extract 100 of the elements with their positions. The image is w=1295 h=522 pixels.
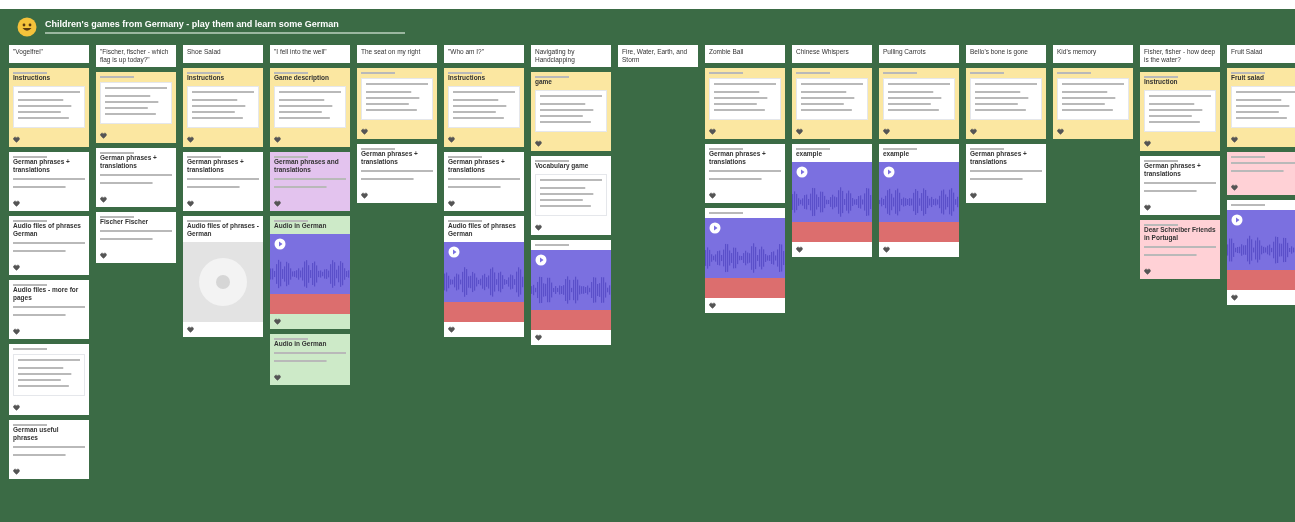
document-thumbnail[interactable] xyxy=(883,78,955,120)
document-thumbnail[interactable] xyxy=(274,86,346,128)
heart-icon[interactable] xyxy=(448,326,455,333)
document-thumbnail[interactable] xyxy=(535,90,607,132)
blurred-author-line xyxy=(100,76,134,78)
heart-icon[interactable] xyxy=(448,136,455,143)
document-thumbnail[interactable] xyxy=(361,78,433,120)
blurred-author-line xyxy=(13,72,47,74)
post-card[interactable] xyxy=(1227,200,1295,305)
blurred-author-line xyxy=(883,148,917,150)
blurred-author-line xyxy=(796,72,830,74)
heart-icon[interactable] xyxy=(709,302,716,309)
document-thumbnail[interactable] xyxy=(970,78,1042,120)
heart-icon[interactable] xyxy=(1144,140,1151,147)
play-icon[interactable] xyxy=(709,222,721,234)
blurred-author-line xyxy=(1144,160,1178,162)
play-icon[interactable] xyxy=(274,238,286,250)
document-thumbnail[interactable] xyxy=(709,78,781,120)
heart-icon[interactable] xyxy=(274,136,281,143)
blurred-author-line xyxy=(448,220,482,222)
heart-icon[interactable] xyxy=(100,252,107,259)
heart-icon[interactable] xyxy=(361,192,368,199)
heart-icon[interactable] xyxy=(13,404,20,411)
blurred-author-line xyxy=(535,76,569,78)
document-thumbnail[interactable] xyxy=(796,78,868,120)
heart-icon[interactable] xyxy=(1057,128,1064,135)
heart-icon[interactable] xyxy=(535,140,542,147)
blurred-author-line xyxy=(100,216,134,218)
play-icon[interactable] xyxy=(883,166,895,178)
blurred-author-line xyxy=(970,148,1004,150)
heart-icon[interactable] xyxy=(970,128,977,135)
heart-icon[interactable] xyxy=(13,468,20,475)
blurred-author-line xyxy=(1231,204,1265,206)
heart-icon[interactable] xyxy=(1144,268,1151,275)
document-thumbnail[interactable] xyxy=(100,82,172,124)
heart-icon[interactable] xyxy=(1231,184,1238,191)
document-thumbnail[interactable] xyxy=(1231,86,1295,128)
heart-icon[interactable] xyxy=(796,246,803,253)
blurred-author-line xyxy=(100,152,134,154)
document-thumbnail[interactable] xyxy=(1057,78,1129,120)
blurred-author-line xyxy=(535,244,569,246)
blurred-author-line xyxy=(970,72,1004,74)
blurred-author-line xyxy=(13,220,47,222)
heart-icon[interactable] xyxy=(796,128,803,135)
heart-icon[interactable] xyxy=(274,318,281,325)
heart-icon[interactable] xyxy=(1231,294,1238,301)
blurred-author-line xyxy=(361,148,395,150)
blurred-author-line xyxy=(187,156,221,158)
blurred-author-line xyxy=(187,220,221,222)
document-thumbnail[interactable] xyxy=(187,86,259,128)
heart-icon[interactable] xyxy=(100,132,107,139)
heart-icon[interactable] xyxy=(448,200,455,207)
post-card[interactable] xyxy=(705,208,785,313)
blurred-author-line xyxy=(274,72,308,74)
document-thumbnail[interactable] xyxy=(1144,90,1216,132)
blurred-author-line xyxy=(883,72,917,74)
blurred-author-line xyxy=(1057,72,1091,74)
document-thumbnail[interactable] xyxy=(448,86,520,128)
heart-icon[interactable] xyxy=(187,136,194,143)
blurred-author-line xyxy=(1231,156,1265,158)
blurred-author-line xyxy=(1231,72,1265,74)
heart-icon[interactable] xyxy=(274,200,281,207)
document-thumbnail[interactable] xyxy=(13,354,85,396)
blurred-author-line xyxy=(709,72,743,74)
document-thumbnail[interactable] xyxy=(13,86,85,128)
heart-icon[interactable] xyxy=(709,128,716,135)
blurred-author-line xyxy=(361,72,395,74)
blurred-author-line xyxy=(1144,76,1178,78)
play-icon[interactable] xyxy=(448,246,460,258)
play-icon[interactable] xyxy=(535,254,547,266)
heart-icon[interactable] xyxy=(709,192,716,199)
post-card[interactable] xyxy=(531,240,611,345)
heart-icon[interactable] xyxy=(100,196,107,203)
heart-icon[interactable] xyxy=(187,326,194,333)
blurred-author-line xyxy=(13,348,47,350)
heart-icon[interactable] xyxy=(13,200,20,207)
heart-icon[interactable] xyxy=(535,334,542,341)
heart-icon[interactable] xyxy=(13,328,20,335)
blurred-author-line xyxy=(709,148,743,150)
blurred-author-line xyxy=(448,72,482,74)
play-icon[interactable] xyxy=(796,166,808,178)
heart-icon[interactable] xyxy=(187,200,194,207)
heart-icon[interactable] xyxy=(13,264,20,271)
document-thumbnail[interactable] xyxy=(535,174,607,216)
heart-icon[interactable] xyxy=(883,128,890,135)
smiley-icon xyxy=(17,17,37,37)
play-icon[interactable] xyxy=(1231,214,1243,226)
blurred-author-line xyxy=(274,156,308,158)
blurred-author-line xyxy=(448,156,482,158)
heart-icon[interactable] xyxy=(274,374,281,381)
heart-icon[interactable] xyxy=(1144,204,1151,211)
blurred-author-line xyxy=(535,160,569,162)
heart-icon[interactable] xyxy=(1231,136,1238,143)
heart-icon[interactable] xyxy=(883,246,890,253)
blurred-author-line xyxy=(796,148,830,150)
heart-icon[interactable] xyxy=(361,128,368,135)
heart-icon[interactable] xyxy=(970,192,977,199)
blurred-author-line xyxy=(274,338,308,340)
heart-icon[interactable] xyxy=(13,136,20,143)
heart-icon[interactable] xyxy=(535,224,542,231)
